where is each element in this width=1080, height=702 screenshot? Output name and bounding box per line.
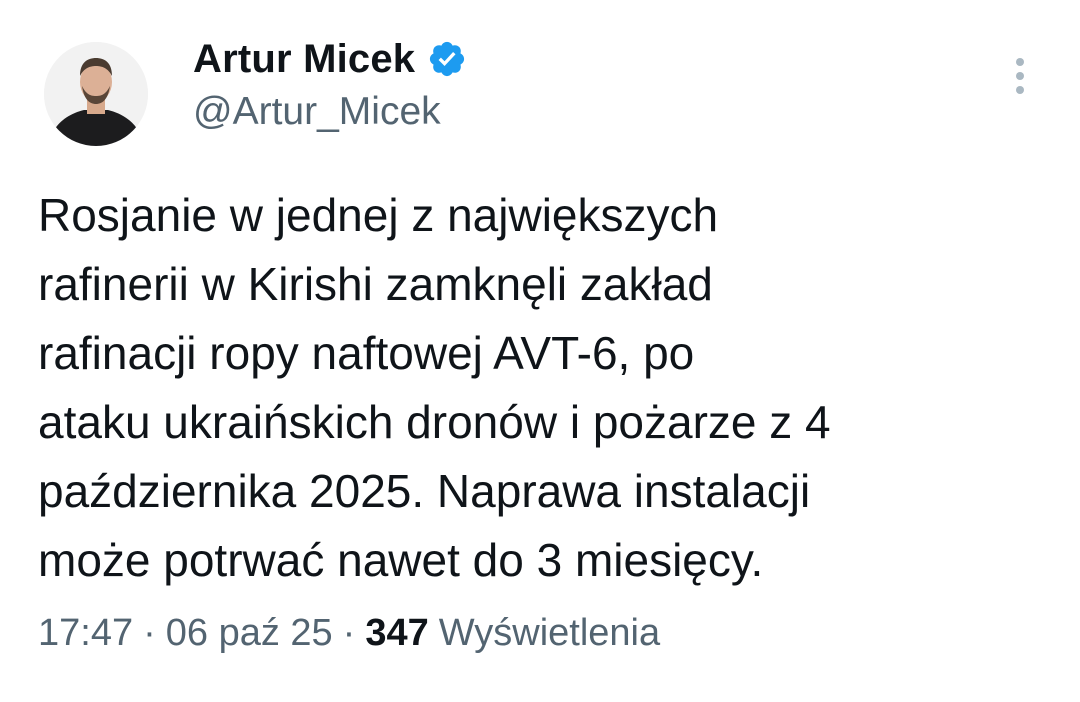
tweet-time[interactable]: 17:47 [38,612,133,655]
meta-separator: · [342,612,356,654]
views-label[interactable]: Wyświetlenia [439,612,660,655]
tweet-text: Rosjanie w jednej z największych rafiner… [38,189,831,586]
tweet-meta: 17:47 · 06 paź 25 · 347 Wyświetlenia [38,612,660,655]
verified-badge-icon [427,39,467,79]
avatar[interactable] [44,42,148,146]
author-display-name[interactable]: Artur Micek [193,37,415,82]
meta-separator: · [143,612,156,654]
more-vertical-icon[interactable] [1008,56,1032,100]
views-count[interactable]: 347 [365,612,428,655]
author-name-row: Artur Micek [193,36,467,82]
avatar-image [44,42,148,146]
tweet-card: Artur Micek @Artur_Micek Rosjanie w jedn… [0,0,1080,702]
tweet-date[interactable]: 06 paź 25 [166,612,333,655]
author-handle[interactable]: @Artur_Micek [193,90,441,134]
